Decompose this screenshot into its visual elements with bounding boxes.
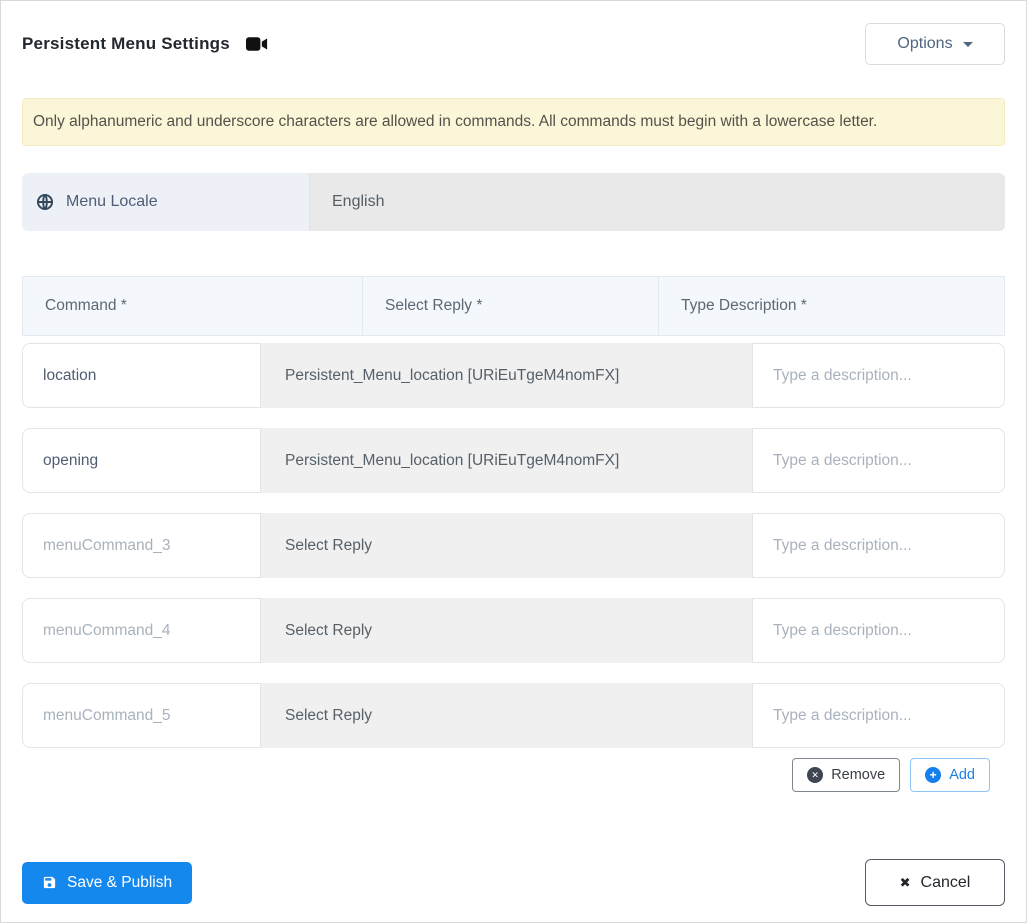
footer-actions: Save & Publish ✖ Cancel (22, 859, 1005, 906)
options-button[interactable]: Options (865, 23, 1005, 65)
cancel-button-label: Cancel (920, 873, 971, 891)
command-row-1: Persistent_Menu_location [URiEuTgeM4nomF… (22, 343, 1005, 408)
floppy-disk-icon (42, 875, 57, 890)
reply-select-label: Persistent_Menu_location [URiEuTgeM4nomF… (285, 451, 620, 469)
cancel-button[interactable]: ✖ Cancel (865, 859, 1005, 906)
banner-text: Only alphanumeric and underscore charact… (33, 113, 878, 130)
persistent-menu-settings-panel: { "header": { "title": "Persistent Menu … (0, 0, 1027, 923)
reply-select[interactable]: Persistent_Menu_location [URiEuTgeM4nomF… (261, 428, 752, 493)
x-icon: ✖ (899, 874, 911, 890)
description-input[interactable] (752, 343, 1005, 408)
description-input[interactable] (752, 683, 1005, 748)
reply-select-label: Select Reply (285, 536, 373, 554)
save-publish-button[interactable]: Save & Publish (22, 861, 193, 904)
reply-select[interactable]: Select Reply (261, 513, 752, 578)
header-select-reply: Select Reply * (363, 277, 659, 335)
remove-button-label: Remove (831, 767, 886, 783)
command-input[interactable] (22, 513, 261, 578)
menu-locale-group: Menu Locale English (22, 173, 1005, 231)
top-bar: Persistent Menu Settings Options (22, 23, 1005, 65)
row-actions: ✕ Remove + Add (22, 758, 1005, 792)
description-input[interactable] (752, 513, 1005, 578)
command-input[interactable] (22, 683, 261, 748)
command-row-5: Select Reply (22, 683, 1005, 748)
command-row-4: Select Reply (22, 598, 1005, 663)
menu-locale-value: English (310, 173, 1005, 231)
header-command: Command * (23, 277, 363, 335)
title-wrap: Persistent Menu Settings (22, 34, 269, 54)
reply-select-label: Select Reply (285, 706, 373, 724)
circle-x-icon: ✕ (807, 767, 824, 783)
header-type-description: Type Description * (681, 297, 807, 314)
command-input[interactable] (22, 343, 261, 408)
remove-row-button[interactable]: ✕ Remove (792, 758, 901, 792)
command-row-2: Persistent_Menu_location [URiEuTgeM4nomF… (22, 428, 1005, 493)
menu-locale-value-text: English (332, 193, 385, 210)
command-input[interactable] (22, 598, 261, 663)
menu-locale-label-text: Menu Locale (66, 193, 158, 210)
menu-locale-label: Menu Locale (22, 173, 310, 231)
reply-select-label: Select Reply (285, 621, 373, 639)
reply-select[interactable]: Select Reply (261, 598, 752, 663)
caret-down-icon (962, 41, 973, 47)
circle-plus-icon: + (925, 767, 942, 783)
commands-table-header: Command * Select Reply * Type Descriptio… (22, 276, 1005, 336)
video-camera-icon (245, 36, 269, 52)
add-row-button[interactable]: + Add (910, 758, 990, 792)
reply-select-label: Persistent_Menu_location [URiEuTgeM4nomF… (285, 366, 620, 384)
add-button-label: Add (949, 767, 975, 783)
options-button-label: Options (897, 35, 953, 52)
command-input[interactable] (22, 428, 261, 493)
reply-select[interactable]: Persistent_Menu_location [URiEuTgeM4nomF… (261, 343, 752, 408)
save-publish-label: Save & Publish (67, 873, 173, 891)
globe-icon (36, 193, 54, 211)
reply-select[interactable]: Select Reply (261, 683, 752, 748)
description-input[interactable] (752, 598, 1005, 663)
page-title: Persistent Menu Settings (22, 34, 230, 53)
description-input[interactable] (752, 428, 1005, 493)
command-rules-banner: Only alphanumeric and underscore charact… (22, 98, 1005, 146)
command-row-3: Select Reply (22, 513, 1005, 578)
